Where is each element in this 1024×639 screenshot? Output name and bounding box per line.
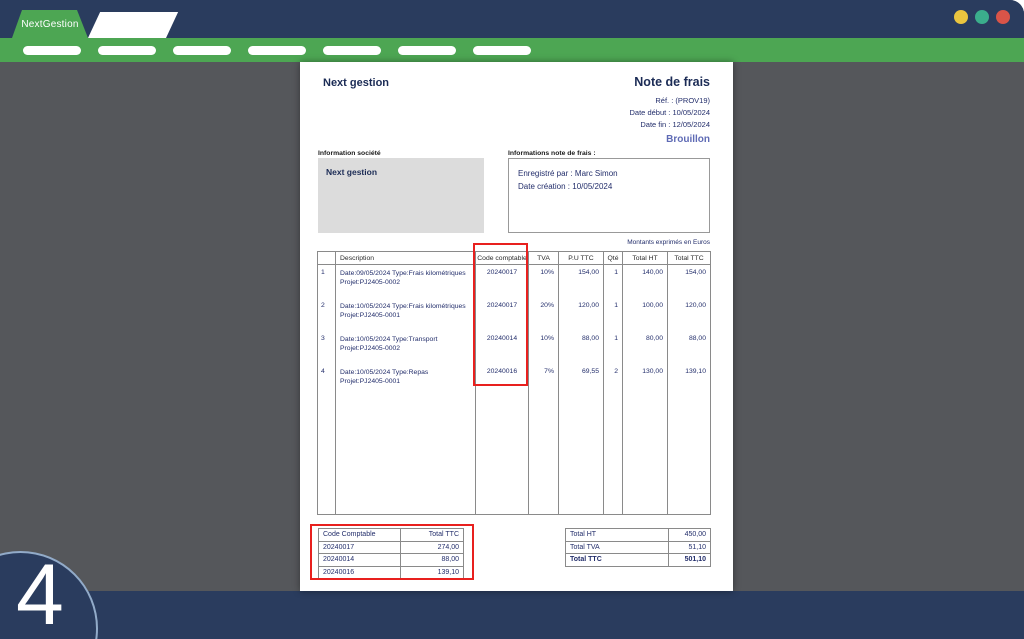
document-date-start: Date début : 10/05/2024 bbox=[629, 108, 710, 117]
close-dot-icon[interactable] bbox=[996, 10, 1010, 24]
row-tva: 20% bbox=[528, 297, 559, 331]
menu-pill-5[interactable] bbox=[323, 45, 381, 55]
row-qty: 1 bbox=[603, 297, 623, 331]
desc-line2: Projet:PJ2405-0001 bbox=[340, 377, 401, 385]
total-tva-label: Total TVA bbox=[565, 540, 669, 554]
total-tva-value: 51,10 bbox=[668, 540, 711, 554]
creation-date: Date création : 10/05/2024 bbox=[518, 182, 613, 191]
tab-title: NextGestion bbox=[21, 18, 79, 30]
totals-table: Total HT 450,00 Total TVA 51,10 Total TT… bbox=[565, 528, 711, 567]
browser-tab-blank[interactable] bbox=[88, 12, 179, 38]
table-empty-space bbox=[317, 396, 711, 515]
row-tva: 10% bbox=[528, 264, 559, 298]
note-info-box: Enregistré par : Marc Simon Date créatio… bbox=[508, 158, 710, 233]
col-header-pu-ttc: P.U TTC bbox=[558, 251, 604, 265]
row-total-ht: 80,00 bbox=[622, 330, 668, 364]
col-header-tva: TVA bbox=[528, 251, 559, 265]
row-num: 2 bbox=[317, 297, 336, 331]
row-num: 3 bbox=[317, 330, 336, 364]
menu-pill-2[interactable] bbox=[98, 45, 156, 55]
total-ht-value: 450,00 bbox=[668, 528, 711, 542]
row-description: Date:09/05/2024 Type:Frais kilométriques… bbox=[335, 264, 476, 298]
expense-report-document: Next gestion Note de frais Réf. : (PROV1… bbox=[300, 62, 733, 591]
company-info-label: Information société bbox=[318, 150, 381, 157]
desc-line2: Projet:PJ2405-0002 bbox=[340, 344, 401, 352]
col-header-description: Description bbox=[335, 251, 476, 265]
row-total-ttc: 120,00 bbox=[667, 297, 711, 331]
desc-line2: Projet:PJ2405-0002 bbox=[340, 279, 401, 286]
row-total-ttc: 130,00 bbox=[622, 363, 668, 397]
window-footer-bar bbox=[0, 591, 1024, 639]
step-number: 4 bbox=[16, 547, 64, 639]
row-tva: 7% bbox=[528, 363, 559, 397]
document-header-right: Note de frais Réf. : (PROV19) Date début… bbox=[630, 75, 710, 145]
desc-line1: Date:10/05/2024 Type:Transport bbox=[340, 335, 438, 343]
desc-line1: Date:10/05/2024 Type:Frais kilométriques bbox=[340, 302, 466, 310]
company-info-box: Next gestion bbox=[318, 158, 484, 233]
menu-pill-1[interactable] bbox=[23, 45, 81, 55]
maximize-dot-icon[interactable] bbox=[975, 10, 989, 24]
row-total-ttc: 154,00 bbox=[667, 264, 711, 298]
total-ht-label: Total HT bbox=[565, 528, 669, 542]
menu-pill-3[interactable] bbox=[173, 45, 231, 55]
menu-pill-4[interactable] bbox=[248, 45, 306, 55]
note-info-label: Informations note de frais : bbox=[508, 150, 596, 157]
row-pu-ttc: 154,00 bbox=[558, 264, 604, 298]
row-qty: 1 bbox=[603, 264, 623, 298]
window-controls bbox=[954, 10, 1010, 24]
col-header-num bbox=[317, 251, 336, 265]
company-info-value: Next gestion bbox=[326, 167, 378, 177]
row-total-ttc: 139,10 bbox=[667, 363, 711, 397]
status-badge: Brouillon bbox=[666, 134, 710, 145]
desc-line1: Date:10/05/2024 Type:Repas bbox=[340, 368, 429, 376]
row-qty: 1 bbox=[603, 330, 623, 364]
document-ref: Réf. : (PROV19) bbox=[655, 96, 710, 105]
total-ttc-value: 501,10 bbox=[668, 553, 711, 567]
registered-by: Enregistré par : Marc Simon bbox=[518, 169, 618, 178]
menu-pill-7[interactable] bbox=[473, 45, 531, 55]
browser-titlebar: NextGestion bbox=[0, 0, 1024, 38]
browser-tab-nextgestion[interactable]: NextGestion bbox=[12, 10, 88, 38]
row-pu-ttc: 88,00 bbox=[558, 330, 604, 364]
highlight-code-column bbox=[473, 243, 528, 386]
row-description: Date:10/05/2024 Type:Repas Projet:PJ2405… bbox=[335, 363, 476, 397]
total-ttc-label: Total TTC bbox=[565, 553, 669, 567]
menu-pill-6[interactable] bbox=[398, 45, 456, 55]
col-header-total-ht: Total HT bbox=[622, 251, 668, 265]
col-header-qty: Qté bbox=[603, 251, 623, 265]
row-description: Date:10/05/2024 Type:Frais kilométriques… bbox=[335, 297, 476, 331]
row-qty: 2 bbox=[603, 363, 623, 397]
row-total-ht: 140,00 bbox=[622, 264, 668, 298]
col-header-total-ttc: Total TTC bbox=[667, 251, 711, 265]
browser-toolbar bbox=[0, 38, 1024, 62]
desc-line2: Projet:PJ2405-0001 bbox=[340, 311, 401, 319]
row-num: 4 bbox=[317, 363, 336, 397]
desc-line1: Date:09/05/2024 Type:Frais kilométriques bbox=[340, 270, 466, 277]
totals-row-ttc: Total TTC 501,10 bbox=[565, 553, 711, 567]
row-total-ttc: 88,00 bbox=[667, 330, 711, 364]
browser-window: NextGestion Next gestion Note de frais R… bbox=[0, 0, 1024, 639]
row-description: Date:10/05/2024 Type:Transport Projet:PJ… bbox=[335, 330, 476, 364]
row-pu-ttc: 120,00 bbox=[558, 297, 604, 331]
minimize-dot-icon[interactable] bbox=[954, 10, 968, 24]
totals-row: Total HT 450,00 bbox=[565, 528, 711, 542]
totals-row: Total TVA 51,10 bbox=[565, 540, 711, 554]
row-num: 1 bbox=[317, 264, 336, 298]
document-company-name: Next gestion bbox=[323, 77, 390, 89]
row-pu-ttc: 69,55 bbox=[558, 363, 604, 397]
document-date-end: Date fin : 12/05/2024 bbox=[640, 120, 710, 129]
amounts-currency-note: Montants exprimés en Euros bbox=[627, 239, 710, 246]
highlight-code-summary bbox=[310, 524, 474, 580]
row-total-ht: 100,00 bbox=[622, 297, 668, 331]
document-title: Note de frais bbox=[634, 75, 710, 89]
row-tva: 10% bbox=[528, 330, 559, 364]
